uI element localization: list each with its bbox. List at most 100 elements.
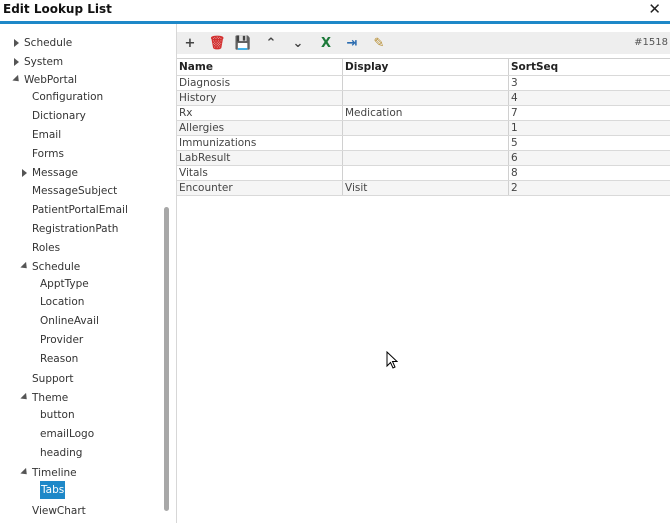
tree-item-label: RegistrationPath — [32, 223, 119, 235]
tree-item-messagesubject[interactable]: MessageSubject — [0, 182, 160, 200]
cell-name[interactable]: Allergies — [177, 121, 343, 135]
move-up-icon[interactable]: ⌃ — [263, 35, 279, 51]
tree-item-heading[interactable]: heading — [0, 444, 160, 462]
tree-scrollbar[interactable] — [164, 207, 169, 511]
column-header-name[interactable]: Name — [177, 59, 343, 75]
mouse-cursor-icon — [386, 351, 398, 369]
save-icon[interactable]: 💾 — [235, 35, 251, 51]
cell-display[interactable]: Visit — [343, 181, 509, 195]
tree-item-emaillogo[interactable]: emailLogo — [0, 425, 160, 443]
tree-item-provider[interactable]: Provider — [0, 331, 160, 349]
close-icon[interactable]: ✕ — [648, 0, 661, 18]
tree-item-label: Tabs — [40, 481, 66, 499]
cell-name[interactable]: Vitals — [177, 166, 343, 180]
expand-arrow-icon[interactable] — [14, 58, 19, 66]
tree-item-message[interactable]: Message — [0, 164, 160, 182]
collapse-arrow-icon[interactable] — [12, 74, 22, 85]
tree-item-label: Forms — [32, 148, 64, 160]
collapse-arrow-icon[interactable] — [20, 261, 30, 272]
tree-item-label: Timeline — [32, 467, 77, 479]
title-bar: Edit Lookup List ✕ — [0, 0, 670, 21]
tree-item-dictionary[interactable]: Dictionary — [0, 107, 160, 125]
tree-item-label: ViewChart — [32, 505, 86, 517]
tree-item-reason[interactable]: Reason — [0, 350, 160, 368]
tree-item-forms[interactable]: Forms — [0, 145, 160, 163]
cell-name[interactable]: Diagnosis — [177, 76, 343, 90]
table-row[interactable]: Vitals 8 — [177, 166, 670, 181]
cell-name[interactable]: History — [177, 91, 343, 105]
cell-name[interactable]: Immunizations — [177, 136, 343, 150]
cell-display[interactable] — [343, 91, 509, 105]
cell-sortseq[interactable]: 2 — [509, 181, 670, 195]
table-row[interactable]: Rx Medication 7 — [177, 106, 670, 121]
record-id: #1518 — [634, 37, 668, 48]
cell-sortseq[interactable]: 4 — [509, 91, 670, 105]
tree-item-location[interactable]: Location — [0, 293, 160, 311]
tree-item-email[interactable]: Email — [0, 126, 160, 144]
tree-item-label: heading — [40, 447, 83, 459]
tree-item-support[interactable]: Support — [0, 370, 160, 388]
notes-icon[interactable]: ✎ — [371, 35, 387, 51]
tree-item-label: Schedule — [32, 261, 81, 273]
cell-display[interactable] — [343, 151, 509, 165]
tree-item-patientportalemail[interactable]: PatientPortalEmail — [0, 201, 160, 219]
tree-item-viewchart[interactable]: ViewChart — [0, 502, 160, 520]
collapse-arrow-icon[interactable] — [20, 392, 30, 403]
tree-item-onlineavail[interactable]: OnlineAvail — [0, 312, 160, 330]
cell-sortseq[interactable]: 8 — [509, 166, 670, 180]
tree-item-button[interactable]: button — [0, 406, 160, 424]
tree-item-registrationpath[interactable]: RegistrationPath — [0, 220, 160, 238]
add-icon[interactable]: + — [182, 35, 198, 51]
cell-sortseq[interactable]: 1 — [509, 121, 670, 135]
tree-item-schedule[interactable]: Schedule — [0, 34, 160, 52]
cell-sortseq[interactable]: 6 — [509, 151, 670, 165]
tree-item-schedule[interactable]: Schedule — [0, 258, 160, 276]
tree-item-label: Configuration — [32, 91, 104, 103]
tree-item-label: Schedule — [24, 37, 73, 49]
tree-item-label: Location — [40, 296, 85, 308]
cell-sortseq[interactable]: 5 — [509, 136, 670, 150]
grid-header-row: Name Display SortSeq — [177, 59, 670, 76]
cell-name[interactable]: Encounter — [177, 181, 343, 195]
tree-item-label: Roles — [32, 242, 61, 254]
excel-export-icon[interactable]: X — [318, 35, 334, 51]
cell-name[interactable]: LabResult — [177, 151, 343, 165]
tree-item-label: Dictionary — [32, 110, 86, 122]
cell-display[interactable] — [343, 136, 509, 150]
cell-display[interactable] — [343, 121, 509, 135]
column-header-sortseq[interactable]: SortSeq — [509, 59, 670, 75]
cell-display[interactable] — [343, 76, 509, 90]
tree-item-label: PatientPortalEmail — [32, 204, 128, 216]
tree-item-label: OnlineAvail — [40, 315, 99, 327]
tree-item-label: Support — [32, 373, 74, 385]
delete-icon[interactable]: 🗑 — [209, 35, 226, 51]
tree-item-webportal[interactable]: WebPortal — [0, 71, 160, 89]
tree-item-configuration[interactable]: Configuration — [0, 88, 160, 106]
cell-name[interactable]: Rx — [177, 106, 343, 120]
cell-display[interactable]: Medication — [343, 106, 509, 120]
cell-sortseq[interactable]: 7 — [509, 106, 670, 120]
expand-arrow-icon[interactable] — [14, 39, 19, 47]
tree-item-appttype[interactable]: ApptType — [0, 275, 160, 293]
table-row[interactable]: Diagnosis 3 — [177, 76, 670, 91]
table-row[interactable]: History 4 — [177, 91, 670, 106]
table-row[interactable]: Immunizations 5 — [177, 136, 670, 151]
table-row[interactable]: Encounter Visit 2 — [177, 181, 670, 196]
tree-item-system[interactable]: System — [0, 53, 160, 71]
tree-item-timeline[interactable]: Timeline — [0, 464, 160, 482]
tree-item-label: button — [40, 409, 75, 421]
tree-item-roles[interactable]: Roles — [0, 239, 160, 257]
expand-arrow-icon[interactable] — [22, 169, 27, 177]
collapse-arrow-icon[interactable] — [20, 467, 30, 478]
table-row[interactable]: LabResult 6 — [177, 151, 670, 166]
grid-toolbar: #1518 + 🗑 💾 ⌃ ⌄ X ⇥ ✎ — [177, 32, 670, 54]
table-row[interactable]: Allergies 1 — [177, 121, 670, 136]
tree-item-theme[interactable]: Theme — [0, 389, 160, 407]
column-header-display[interactable]: Display — [343, 59, 509, 75]
tree-item-label: ApptType — [40, 278, 89, 290]
import-icon[interactable]: ⇥ — [344, 35, 360, 51]
cell-display[interactable] — [343, 166, 509, 180]
move-down-icon[interactable]: ⌄ — [290, 35, 306, 51]
cell-sortseq[interactable]: 3 — [509, 76, 670, 90]
tree-item-tabs[interactable]: Tabs — [0, 481, 160, 499]
